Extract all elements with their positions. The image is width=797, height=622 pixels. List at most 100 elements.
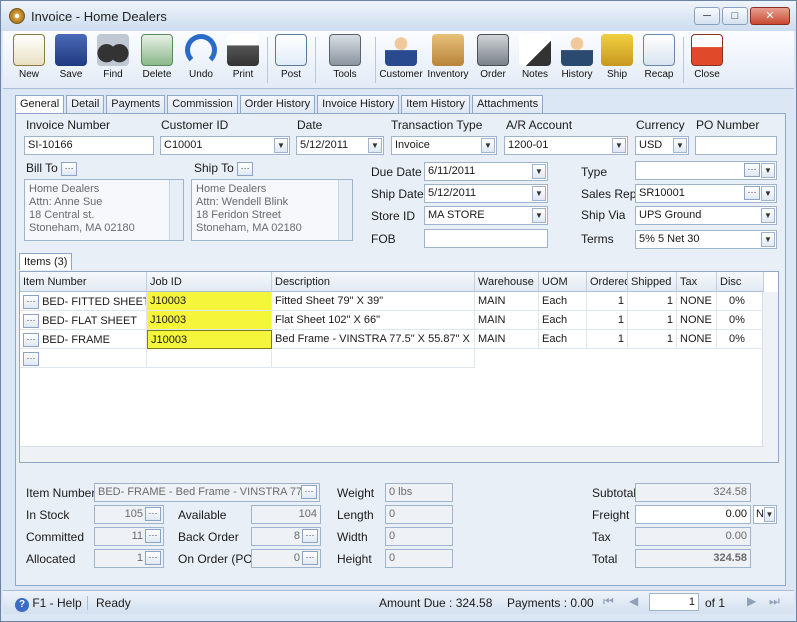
col-header-tax[interactable]: Tax [677, 272, 717, 292]
inventory-button[interactable]: Inventory [425, 34, 471, 80]
back-order-lookup-button[interactable]: ··· [302, 529, 318, 543]
table-row-ordered-cell[interactable]: 1 [587, 292, 628, 311]
col-header-uom[interactable]: UOM [539, 272, 587, 292]
chevron-down-icon[interactable]: ▼ [532, 186, 546, 201]
chevron-down-icon[interactable]: ▼ [532, 164, 546, 179]
chevron-down-icon[interactable]: ▼ [761, 186, 775, 201]
customer-button[interactable]: Customer [379, 34, 423, 80]
item-number-lookup-button[interactable]: ··· [301, 485, 317, 499]
invoice-number-field[interactable]: SI-10166 [24, 136, 154, 155]
on-order-field[interactable]: 0 ··· [251, 549, 321, 568]
back-order-field[interactable]: 8 ··· [251, 527, 321, 546]
new-row-desc-cell[interactable] [272, 349, 475, 368]
due-date-field[interactable]: 6/11/2011 ▼ [424, 162, 548, 181]
col-header-warehouse[interactable]: Warehouse [475, 272, 539, 292]
table-row-uom-cell[interactable]: Each [539, 311, 587, 330]
table-row-desc-cell[interactable]: Flat Sheet 102" X 66" [272, 311, 475, 330]
close-window-button[interactable]: ✕ [750, 7, 790, 25]
date-field[interactable]: 5/12/2011 ▼ [296, 136, 384, 155]
in-stock-field[interactable]: 105 ··· [94, 505, 164, 524]
freight-field[interactable]: 0.00 [635, 505, 751, 524]
item-lookup-button[interactable]: ··· [23, 352, 39, 366]
ar-account-select[interactable]: 1200-01 ▼ [504, 136, 628, 155]
chevron-down-icon[interactable]: ▼ [764, 507, 775, 522]
table-row-ordered-cell[interactable]: 1 [587, 330, 628, 349]
terms-select[interactable]: 5% 5 Net 30 ▼ [635, 230, 777, 249]
in-stock-lookup-button[interactable]: ··· [145, 507, 161, 521]
tab-invoice-history[interactable]: Invoice History [317, 95, 400, 113]
first-record-icon[interactable]: ⏮ [603, 594, 614, 609]
recap-button[interactable]: Recap [639, 34, 679, 80]
store-id-select[interactable]: MA STORE ▼ [424, 206, 548, 225]
item-lookup-button[interactable]: ··· [23, 314, 39, 328]
table-row-job-cell[interactable]: J10003 [147, 292, 272, 311]
items-section-tab[interactable]: Items (3) [19, 253, 73, 270]
customer-id-field[interactable]: C10001 ▼ [160, 136, 290, 155]
tab-attachments[interactable]: Attachments [471, 95, 544, 113]
undo-button[interactable]: Undo [181, 34, 221, 80]
col-header-ordered[interactable]: Ordered [587, 272, 628, 292]
save-button[interactable]: Save [51, 34, 91, 80]
chevron-down-icon[interactable]: ▼ [368, 138, 382, 153]
chevron-down-icon[interactable]: ▼ [761, 208, 775, 223]
ship-date-field[interactable]: 5/12/2011 ▼ [424, 184, 548, 203]
ship-to-lookup-button[interactable]: ··· [237, 161, 254, 176]
width-field[interactable]: 0 [385, 527, 453, 546]
tab-order-history[interactable]: Order History [239, 95, 316, 113]
available-field[interactable]: 104 [251, 505, 321, 524]
bill-to-lookup-button[interactable]: ··· [61, 161, 78, 176]
tab-general[interactable]: General [15, 95, 65, 114]
table-row-shipped-cell[interactable]: 1 [628, 292, 677, 311]
weight-field[interactable]: 0 lbs [385, 483, 453, 502]
currency-select[interactable]: USD ▼ [635, 136, 689, 155]
chevron-down-icon[interactable]: ▼ [612, 138, 626, 153]
table-row-uom-cell[interactable]: Each [539, 330, 587, 349]
chevron-down-icon[interactable]: ▼ [481, 138, 495, 153]
next-record-icon[interactable]: ▶ [747, 594, 756, 608]
table-row-disc-cell[interactable]: 0% [717, 330, 764, 349]
table-row-job-cell[interactable]: J10003 [147, 330, 272, 349]
table-row-tax-cell[interactable]: NONE [677, 311, 717, 330]
col-header-item-number[interactable]: Item Number [20, 272, 147, 292]
height-field[interactable]: 0 [385, 549, 453, 568]
fob-field[interactable] [424, 229, 548, 248]
allocated-field[interactable]: 1 ··· [94, 549, 164, 568]
chevron-down-icon[interactable]: ▼ [532, 208, 546, 223]
bill-to-address[interactable]: Home Dealers Attn: Anne Sue 18 Central s… [24, 179, 184, 241]
table-row-disc-cell[interactable]: 0% [717, 311, 764, 330]
order-button[interactable]: Order [473, 34, 513, 80]
length-field[interactable]: 0 [385, 505, 453, 524]
col-header-disc[interactable]: Disc [717, 272, 764, 292]
tab-commission[interactable]: Commission [167, 95, 238, 113]
table-row-job-cell[interactable]: J10003 [147, 311, 272, 330]
tools-button[interactable]: Tools [319, 34, 371, 80]
sales-rep-select[interactable]: SR10001 ··· ▼ [635, 184, 777, 203]
grid-horizontal-scrollbar[interactable] [20, 446, 764, 462]
col-header-description[interactable]: Description [272, 272, 475, 292]
table-row-shipped-cell[interactable]: 1 [628, 330, 677, 349]
help-item[interactable]: ? F1 - Help [15, 596, 82, 612]
table-row-tax-cell[interactable]: NONE [677, 292, 717, 311]
chevron-down-icon[interactable]: ▼ [761, 163, 775, 178]
new-button[interactable]: New [9, 34, 49, 80]
ship-to-address[interactable]: Home Dealers Attn: Wendell Blink 18 Feri… [191, 179, 353, 241]
table-row-item-cell[interactable]: ··· BED- FRAME [20, 330, 147, 349]
tab-detail[interactable]: Detail [66, 95, 105, 113]
item-lookup-button[interactable]: ··· [23, 295, 39, 309]
scrollbar[interactable] [338, 180, 352, 240]
history-button[interactable]: History [557, 34, 597, 80]
table-row-warehouse-cell[interactable]: MAIN [475, 330, 539, 349]
table-row-item-cell[interactable]: ··· BED- FLAT SHEET [20, 311, 147, 330]
new-row-item-cell[interactable]: ··· [20, 349, 147, 368]
col-header-job-id[interactable]: Job ID [147, 272, 272, 292]
grid-vertical-scrollbar[interactable] [762, 292, 778, 462]
table-row-desc-cell[interactable]: Bed Frame - VINSTRA 77.5" X 55.87" X [272, 330, 475, 349]
table-row-uom-cell[interactable]: Each [539, 292, 587, 311]
table-row-warehouse-cell[interactable]: MAIN [475, 292, 539, 311]
sales-rep-lookup-button[interactable]: ··· [744, 186, 760, 200]
type-lookup-button[interactable]: ··· [744, 163, 760, 177]
last-record-icon[interactable]: ⏭ [769, 594, 780, 609]
on-order-lookup-button[interactable]: ··· [302, 551, 318, 565]
maximize-button[interactable]: □ [722, 7, 748, 25]
table-row-warehouse-cell[interactable]: MAIN [475, 311, 539, 330]
